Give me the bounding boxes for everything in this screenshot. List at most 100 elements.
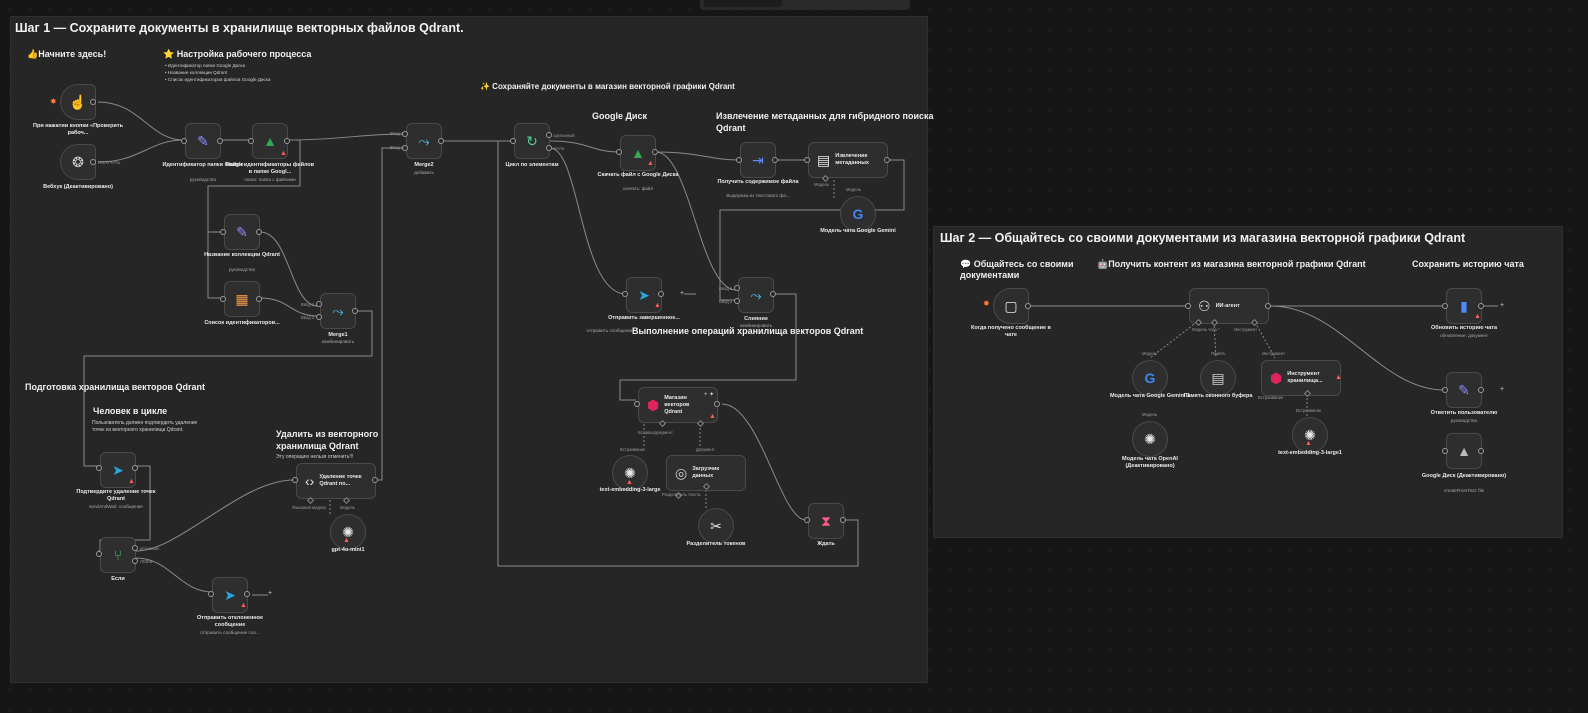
input-port[interactable] — [181, 138, 187, 144]
output-port[interactable] — [1478, 387, 1484, 393]
output-port[interactable] — [1025, 303, 1031, 309]
merge2-node[interactable]: ⤳ — [406, 123, 442, 159]
input-port[interactable] — [292, 477, 298, 483]
input-port[interactable] — [616, 149, 622, 155]
step-2-title: Шаг 2 — Общайтесь со своими документами … — [940, 231, 1466, 245]
save-history-title: Сохранить историю чата — [1412, 259, 1524, 269]
token-splitter-node[interactable]: ✂ — [698, 508, 734, 544]
delete-points-node[interactable]: ‹› Удаление точек Qdrant по... — [296, 463, 376, 499]
qdrant-tool-node[interactable]: ⬢ Инструмент хранилища... — [1261, 360, 1341, 396]
input-port[interactable] — [208, 591, 214, 597]
input-port[interactable] — [622, 291, 628, 297]
input-port[interactable] — [96, 551, 102, 557]
port-label: Модель чата * — [1192, 327, 1220, 332]
input-port[interactable] — [316, 314, 322, 320]
telegram-icon: ➤ — [638, 287, 650, 303]
node-sublabel: createFromText: file — [1443, 488, 1485, 493]
gemini1-node[interactable]: G — [1132, 360, 1168, 396]
buffer-memory-node[interactable]: ▤ — [1200, 360, 1236, 396]
port-label: Разделитель текста — [662, 492, 701, 497]
add-node-icon[interactable]: + ✦ — [704, 391, 714, 398]
output-port[interactable] — [1478, 303, 1484, 309]
port-label: Модель — [1142, 412, 1158, 417]
output-port[interactable] — [244, 591, 250, 597]
merge1-node[interactable]: ⤳ — [320, 293, 356, 329]
gdrive-deactivated-node[interactable]: ▲ — [1446, 433, 1482, 469]
chat-bubble-icon: ▢ — [1004, 298, 1018, 314]
output-port[interactable] — [90, 99, 96, 105]
output-port[interactable] — [284, 138, 290, 144]
output-port[interactable] — [884, 157, 890, 163]
input-port[interactable] — [220, 296, 226, 302]
loop-node[interactable]: ↻ — [514, 123, 550, 159]
port-label: Вставка/документ — [638, 430, 673, 435]
extract-metadata-node[interactable]: ▤ Извлечение метаданных — [808, 142, 888, 178]
input-port[interactable] — [248, 138, 254, 144]
embeddings2-node[interactable]: ✺ — [1292, 417, 1328, 453]
folder-id-node[interactable]: ✎ — [185, 123, 221, 159]
output-port[interactable] — [372, 477, 378, 483]
output-port[interactable] — [132, 545, 138, 551]
node-sublabel: руководство — [228, 267, 256, 272]
table-icon: ▦ — [235, 291, 249, 307]
output-port[interactable] — [546, 132, 552, 138]
reply-user-node[interactable]: ✎ — [1446, 372, 1482, 408]
output-port[interactable] — [840, 517, 846, 523]
add-node-icon[interactable]: + — [1500, 302, 1504, 309]
add-node-icon[interactable]: + — [680, 290, 684, 297]
input-port[interactable] — [1442, 448, 1448, 454]
output-port[interactable] — [1478, 448, 1484, 454]
file-list-node[interactable]: ▦ — [224, 281, 260, 317]
ai-agent-node[interactable]: ⚇ ИИ-агент — [1189, 288, 1269, 324]
openai-chat-node[interactable]: ✺ — [1132, 421, 1168, 457]
pen-icon: ✎ — [197, 133, 209, 149]
node-label: gpt-4o-mini1 — [331, 547, 365, 553]
input-port[interactable] — [736, 157, 742, 163]
add-node-icon[interactable]: + — [1500, 386, 1504, 393]
port-label: Ввод 2 — [301, 315, 315, 320]
input-port[interactable] — [1442, 303, 1448, 309]
collection-name-node[interactable]: ✎ — [224, 214, 260, 250]
output-port[interactable] — [217, 138, 223, 144]
output-port[interactable] — [132, 558, 138, 564]
output-port[interactable] — [546, 145, 552, 151]
wait-node[interactable]: ⧗ — [808, 503, 844, 539]
output-port[interactable] — [90, 159, 96, 165]
output-port[interactable] — [772, 157, 778, 163]
output-port[interactable] — [1265, 303, 1271, 309]
gpt-mini-node[interactable]: ✺ — [330, 514, 366, 550]
input-port[interactable] — [316, 301, 322, 307]
input-port[interactable] — [1442, 387, 1448, 393]
input-port[interactable] — [734, 298, 740, 304]
hitl-note: Пользователь должен подтвердить удаление — [92, 420, 198, 426]
gemini-model-node[interactable]: G — [840, 196, 876, 232]
output-port[interactable] — [714, 401, 720, 407]
input-port[interactable] — [734, 285, 740, 291]
get-file-content-node[interactable]: ⇥ — [740, 142, 776, 178]
output-port[interactable] — [256, 229, 262, 235]
output-port[interactable] — [438, 138, 444, 144]
input-port[interactable] — [634, 401, 640, 407]
if-node[interactable]: ⑂ — [100, 537, 136, 573]
chat-trigger-node[interactable]: ▢ — [993, 288, 1029, 324]
output-port[interactable] — [132, 465, 138, 471]
input-port[interactable] — [510, 138, 516, 144]
output-port[interactable] — [256, 296, 262, 302]
telegram-icon: ➤ — [112, 462, 124, 478]
input-port[interactable] — [220, 229, 226, 235]
input-port[interactable] — [1185, 303, 1191, 309]
merge-icon: ⤳ — [418, 133, 430, 149]
port-label: Ввод 2 — [719, 299, 733, 304]
node-sublabel: добавить — [414, 170, 434, 175]
output-port[interactable] — [352, 308, 358, 314]
input-port[interactable] — [804, 157, 810, 163]
node-label: Получить содержимое файла — [717, 179, 799, 185]
output-port[interactable] — [770, 291, 776, 297]
input-port[interactable] — [804, 517, 810, 523]
output-port[interactable] — [658, 291, 664, 297]
input-port[interactable] — [96, 465, 102, 471]
add-node-icon[interactable]: + — [268, 590, 272, 597]
output-port[interactable] — [652, 149, 658, 155]
merge-node[interactable]: ⤳ — [738, 277, 774, 313]
node-label: Отправить отклоненное сообщение — [196, 615, 264, 628]
